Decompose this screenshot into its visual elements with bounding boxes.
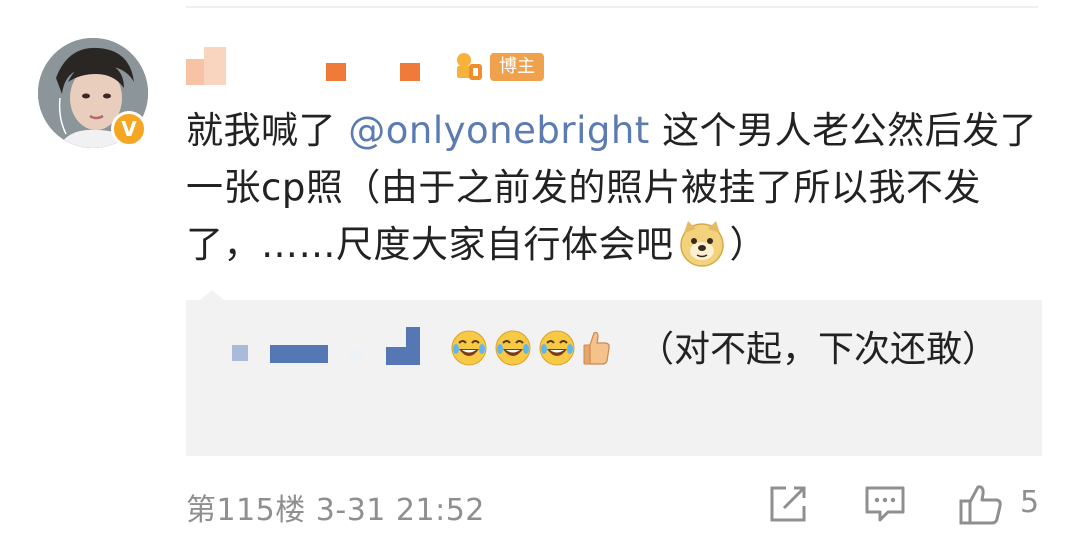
like-count: 5 (1020, 485, 1040, 520)
reply-username-redacted[interactable] (214, 325, 424, 365)
reply-text: （对不起，下次还敢） (638, 329, 999, 370)
comment-text-part: 就我喊了 (186, 109, 349, 152)
top-divider (186, 6, 1038, 8)
floor-timestamp: 第115楼 3-31 21:52 (186, 493, 485, 528)
doge-emoji-icon (679, 221, 724, 267)
reply-content: （对不起，下次还敢） (214, 322, 1014, 378)
user-level-icon (457, 53, 482, 80)
laugh-cry-emoji-icon (539, 330, 575, 366)
share-icon[interactable] (768, 484, 808, 524)
blogger-badge: 博主 (490, 53, 544, 81)
mention-link[interactable]: @onlyonebright (348, 109, 650, 152)
like-icon[interactable] (958, 484, 1004, 526)
comment-icon[interactable] (864, 484, 906, 524)
comment-text-close: ） (729, 223, 767, 266)
reply-box-notch (200, 290, 224, 300)
thumbs-up-emoji-icon (583, 331, 610, 365)
verified-badge-icon: V (111, 111, 147, 147)
comment-text: 就我喊了 @onlyonebright 这个男人老公然后发了一张cp照（由于之前… (186, 102, 1056, 273)
laugh-cry-emoji-icon (451, 330, 487, 366)
laugh-cry-emoji-icon (495, 330, 531, 366)
